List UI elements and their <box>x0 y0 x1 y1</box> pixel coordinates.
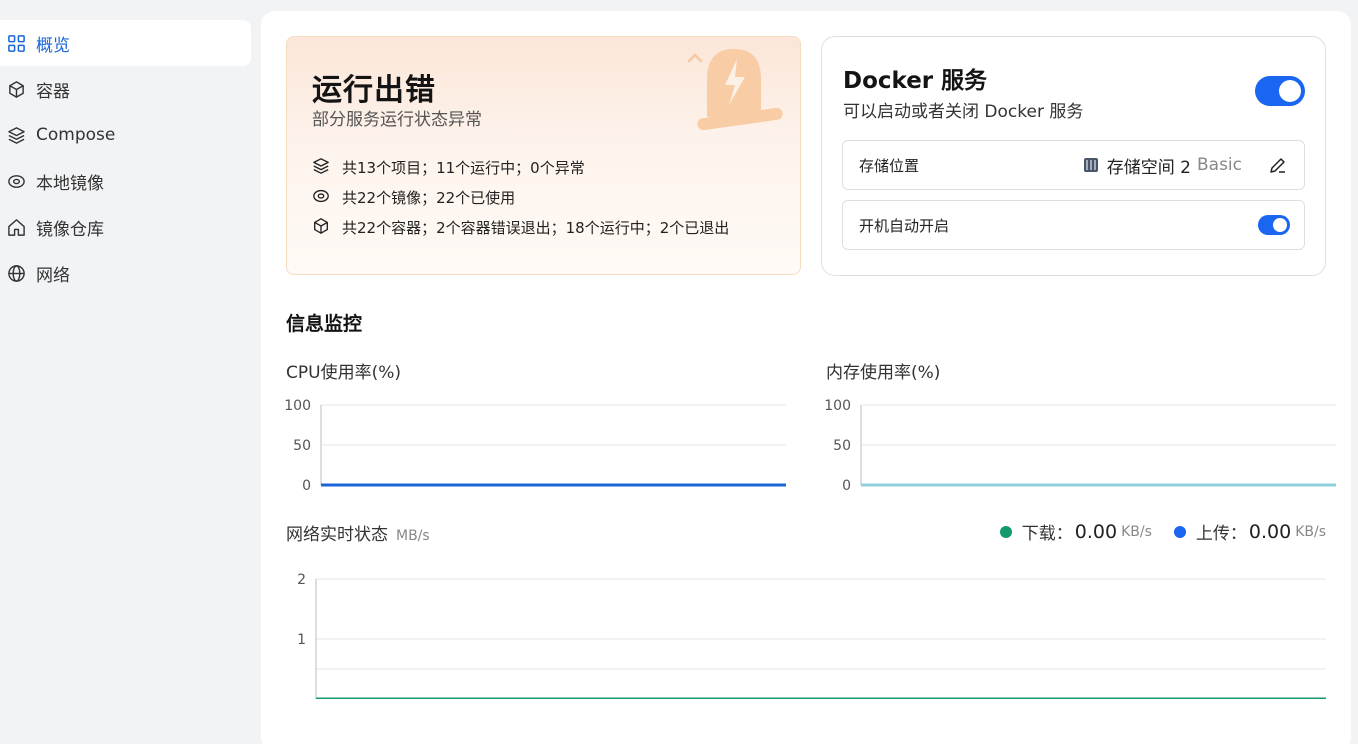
home-icon <box>6 217 26 237</box>
globe-icon <box>6 263 26 283</box>
network-chart: 21 <box>297 572 1326 699</box>
sidebar-item-label: 网络 <box>36 265 70 286</box>
alarm-icon <box>687 49 783 131</box>
docker-service-card: Docker 服务 可以启动或者关闭 Docker 服务 存储位置 存储空间 2… <box>821 36 1326 276</box>
containers-summary: 共22个容器；2个容器错误退出；18个运行中；2个已退出 <box>312 212 729 242</box>
y-tick-label: 100 <box>284 398 311 414</box>
y-tick-label: 2 <box>297 572 306 588</box>
storage-location-label: 存储位置 <box>859 156 920 175</box>
images-summary: 共22个镜像；22个已使用 <box>312 182 729 212</box>
status-lines: 共13个项目；11个运行中；0个异常 共22个镜像；22个已使用 共22个容器；… <box>312 152 729 242</box>
upload-legend: 上传： 0.00 KB/s <box>1173 519 1326 544</box>
sidebar: 概览 容器 Compose 本地镜像 镜像仓库 网络 <box>0 20 251 296</box>
download-label: 下载： <box>1021 524 1073 544</box>
sidebar-item-label: 容器 <box>36 81 70 102</box>
network-legend: 下载： 0.00 KB/s 上传： 0.00 KB/s <box>986 519 1326 544</box>
autostart-toggle[interactable] <box>1258 215 1290 235</box>
y-tick-label: 1 <box>297 632 306 648</box>
y-tick-label: 0 <box>302 478 311 494</box>
storage-disk-icon <box>1083 158 1098 172</box>
storage-name: 存储空间 2 <box>1106 157 1191 178</box>
network-chart-title: 网络实时状态 MB/s <box>286 520 430 545</box>
upload-label: 上传： <box>1195 524 1247 544</box>
edit-icon[interactable] <box>1268 155 1288 175</box>
sidebar-item-containers[interactable]: 容器 <box>0 66 251 112</box>
sidebar-item-label: 镜像仓库 <box>36 219 104 240</box>
download-legend: 下载： 0.00 KB/s <box>999 519 1152 544</box>
network-title-text: 网络实时状态 <box>286 525 388 545</box>
storage-type: Basic <box>1196 155 1242 175</box>
docker-title: Docker 服务 <box>843 68 988 94</box>
docker-subtitle: 可以启动或者关闭 Docker 服务 <box>843 102 1084 122</box>
sidebar-item-label: 本地镜像 <box>36 173 104 194</box>
containers-summary-text: 共22个容器；2个容器错误退出；18个运行中；2个已退出 <box>342 218 730 237</box>
autostart-row: 开机自动开启 <box>842 200 1305 250</box>
y-tick-label: 50 <box>293 438 311 454</box>
status-subtitle: 部分服务运行状态异常 <box>312 110 482 130</box>
cpu-chart-title: CPU使用率(%) <box>286 363 401 383</box>
main-panel: 运行出错 部分服务运行状态异常 共13个项目；11个运行中；0个异常 共22个镜… <box>261 11 1351 744</box>
y-tick-label: 50 <box>833 438 851 454</box>
layers-icon <box>312 157 332 177</box>
sidebar-item-network[interactable]: 网络 <box>0 250 251 296</box>
box-icon <box>6 79 26 99</box>
status-title: 运行出错 <box>312 73 436 108</box>
y-tick-label: 0 <box>842 478 851 494</box>
docker-service-toggle[interactable] <box>1255 76 1305 106</box>
layers-icon <box>6 125 26 145</box>
images-summary-text: 共22个镜像；22个已使用 <box>342 188 516 207</box>
upload-dot <box>1173 525 1186 538</box>
projects-summary-text: 共13个项目；11个运行中；0个异常 <box>342 158 585 177</box>
upload-value: 0.00 <box>1248 520 1292 543</box>
status-card: 运行出错 部分服务运行状态异常 共13个项目；11个运行中；0个异常 共22个镜… <box>286 36 801 275</box>
network-unit: MB/s <box>396 528 430 544</box>
memory-chart-title: 内存使用率(%) <box>826 363 941 383</box>
sidebar-item-label: Compose <box>36 125 116 145</box>
cpu-usage-chart: 100 50 0 <box>284 398 786 494</box>
disc-icon <box>312 187 332 207</box>
grid-icon <box>6 33 26 53</box>
sidebar-item-label: 概览 <box>36 35 70 56</box>
sidebar-item-registry[interactable]: 镜像仓库 <box>0 204 251 250</box>
storage-location-value: 存储空间 2 Basic <box>1083 153 1242 178</box>
monitor-title: 信息监控 <box>286 313 363 335</box>
sidebar-item-local-images[interactable]: 本地镜像 <box>0 158 251 204</box>
download-value: 0.00 <box>1074 520 1118 543</box>
box-icon <box>312 217 332 237</box>
sidebar-item-overview[interactable]: 概览 <box>0 20 251 66</box>
upload-unit: KB/s <box>1295 523 1326 540</box>
sidebar-item-compose[interactable]: Compose <box>0 112 251 158</box>
download-unit: KB/s <box>1121 523 1152 540</box>
disc-icon <box>6 171 26 191</box>
download-dot <box>999 525 1012 538</box>
y-tick-label: 100 <box>824 398 851 414</box>
memory-usage-chart: 100 50 0 <box>824 398 1336 494</box>
autostart-label: 开机自动开启 <box>859 216 950 235</box>
projects-summary: 共13个项目；11个运行中；0个异常 <box>312 152 729 182</box>
storage-location-row: 存储位置 存储空间 2 Basic <box>842 140 1305 190</box>
